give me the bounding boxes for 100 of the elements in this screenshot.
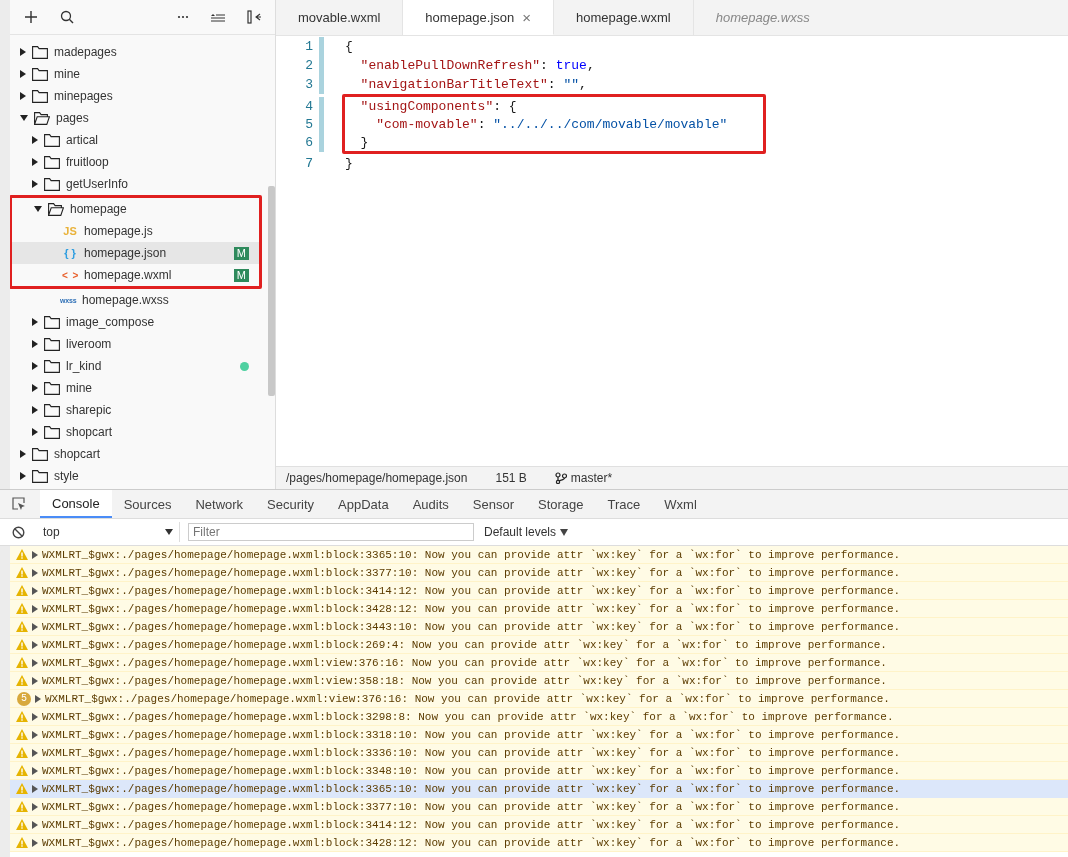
warning-icon (16, 819, 28, 830)
folder-icon (44, 155, 60, 169)
split-panel-icon[interactable] (247, 10, 261, 24)
git-branch[interactable]: master* (570, 471, 613, 485)
console-message[interactable]: WXMLRT_$gwx:./pages/homepage/homepage.wxml:block:3336:10: Now you can provide attr `wx:key` for a `wx:for` to improve performance. (10, 744, 1068, 762)
line-number: 3 (304, 77, 313, 92)
console-message[interactable]: WXMLRT_$gwx:./pages/homepage/homepage.wxml:block:3348:10: Now you can provide attr `wx:key` for a `wx:for` to improve performance. (10, 762, 1068, 780)
console-message[interactable]: WXMLRT_$gwx:./pages/homepage/homepage.wxml:block:3298:8: Now you can provide attr `wx:key` for a `wx:for` to improve performance. (10, 708, 1068, 726)
tree-item[interactable]: homepage (12, 198, 259, 220)
search-icon[interactable] (60, 10, 74, 24)
folder-icon (32, 45, 48, 59)
console-message[interactable]: WXMLRT_$gwx:./pages/homepage/homepage.wxml:view:358:18: Now you can provide attr `wx:key` for a `wx:for` to improve performance. (10, 672, 1068, 690)
close-icon[interactable]: × (522, 8, 532, 26)
warning-icon (16, 621, 28, 632)
console-tab[interactable]: Security (255, 490, 327, 518)
console-tab[interactable]: Trace (595, 490, 653, 518)
tree-item[interactable]: artical (10, 129, 267, 151)
tree-item[interactable]: madepages (10, 41, 267, 63)
folder-icon (44, 315, 60, 329)
console-message[interactable]: WXMLRT_$gwx:./pages/homepage/homepage.wxml:block:3377:10: Now you can provide attr `wx:key` for a `wx:for` to improve performance. (10, 564, 1068, 582)
modified-badge: M (233, 268, 249, 282)
console-tab[interactable]: Wxml (652, 490, 709, 518)
warning-icon (16, 747, 28, 758)
folder-icon (32, 469, 48, 483)
warning-icon (16, 585, 28, 596)
console-message[interactable]: 5 WXMLRT_$gwx:./pages/homepage/homepage.wxml:view:376:16: Now you can provide attr `wx:key` for a `wx:for` to improve performance. (10, 690, 1068, 708)
console-message[interactable]: WXMLRT_$gwx:./pages/homepage/homepage.wxml:block:3443:10: Now you can provide attr `wx:key` for a `wx:for` to improve performance. (10, 618, 1068, 636)
console-message[interactable]: WXMLRT_$gwx:./pages/homepage/homepage.wxml:block:3428:12: Now you can provide attr `wx:key` for a `wx:for` to improve performance. (10, 600, 1068, 618)
console-message[interactable]: WXMLRT_$gwx:./pages/homepage/homepage.wxml:block:3318:10: Now you can provide attr `wx:key` for a `wx:for` to improve performance. (10, 726, 1068, 744)
clear-console-icon[interactable] (12, 525, 25, 539)
file-type-icon: JS (62, 225, 78, 237)
open-folder-icon (48, 202, 64, 216)
tree-item[interactable]: mine (10, 377, 267, 399)
folder-icon (44, 337, 60, 351)
tree-item[interactable]: < > homepage.wxml M (12, 264, 259, 286)
console-message[interactable]: WXMLRT_$gwx:./pages/homepage/homepage.wxml:block:3377:10: Now you can provide attr `wx:key` for a `wx:for` to improve performance. (10, 798, 1068, 816)
tree-item[interactable]: pages (10, 107, 267, 129)
tree-item[interactable]: { } homepage.json M (12, 242, 259, 264)
modified-badge: M (233, 246, 249, 260)
tree-item[interactable]: shopcart (10, 421, 267, 443)
tree-item[interactable]: minepages (10, 85, 267, 107)
file-path: /pages/homepage/homepage.json (286, 471, 468, 485)
console-message[interactable]: WXMLRT_$gwx:./pages/homepage/homepage.wxml:view:376:16: Now you can provide attr `wx:key` for a `wx:for` to improve performance. (10, 654, 1068, 672)
console-tab[interactable]: Sensor (460, 490, 526, 518)
tree-item[interactable]: fruitloop (10, 151, 267, 173)
more-icon[interactable] (177, 15, 189, 19)
tree-item[interactable]: getUserInfo (10, 173, 267, 195)
console-message[interactable]: WXMLRT_$gwx:./pages/homepage/homepage.wxml:block:3365:10: Now you can provide attr `wx:key` for a `wx:for` to improve performance. (10, 780, 1068, 798)
file-type-icon: { } (62, 247, 78, 259)
tree-item[interactable]: style (10, 465, 267, 487)
editor-tab[interactable]: homepage.json × (403, 0, 555, 35)
console-message[interactable]: WXMLRT_$gwx:./pages/homepage/homepage.wxml:block:269:4: Now you can provide attr `wx:key` for a `wx:for` to improve performance. (10, 636, 1068, 654)
collapse-icon[interactable] (211, 12, 225, 22)
warning-icon (16, 567, 28, 578)
warning-icon (16, 549, 28, 560)
tree-item[interactable]: mine (10, 63, 267, 85)
folder-icon (32, 447, 48, 461)
console-tab[interactable]: Sources (111, 490, 184, 518)
folder-icon (44, 133, 60, 147)
editor-tab[interactable]: homepage.wxml (554, 0, 694, 35)
console-tab[interactable]: Console (40, 490, 112, 518)
code-line: "enablePullDownRefresh": true, (359, 58, 595, 73)
file-size: 151 B (495, 471, 527, 485)
console-tab[interactable]: Storage (526, 490, 596, 518)
add-icon[interactable] (24, 10, 38, 24)
tree-item[interactable]: shopcart (10, 443, 267, 465)
line-number: 4 (304, 98, 313, 114)
code-line: } (359, 134, 369, 150)
warning-icon (16, 675, 28, 686)
console-tab[interactable]: AppData (326, 490, 401, 518)
open-folder-icon (34, 111, 50, 125)
file-type-icon: < > (62, 269, 78, 281)
branch-icon (554, 472, 567, 484)
folder-icon (44, 359, 60, 373)
tree-item[interactable]: JS homepage.js (12, 220, 259, 242)
filter-field[interactable]: Filter (188, 523, 474, 541)
warning-icon (16, 783, 28, 794)
console-message[interactable]: WXMLRT_$gwx:./pages/homepage/homepage.wxml:block:3414:12: Now you can provide attr `wx:key` for a `wx:for` to improve performance. (10, 816, 1068, 834)
code-line: "usingComponents": { (359, 98, 517, 114)
folder-icon (44, 381, 60, 395)
tree-item[interactable]: lr_kind (10, 355, 267, 377)
line-number: 6 (304, 134, 313, 150)
line-number: 1 (304, 39, 313, 54)
line-number: 7 (304, 156, 313, 171)
context-select[interactable]: top (33, 522, 180, 542)
levels-dropdown[interactable]: Default levels (482, 525, 571, 539)
console-message[interactable]: WXMLRT_$gwx:./pages/homepage/homepage.wxml:block:3428:12: Now you can provide attr `wx:key` for a `wx:for` to improve performance. (10, 834, 1068, 852)
tree-item[interactable]: image_compose (10, 311, 267, 333)
console-message[interactable]: WXMLRT_$gwx:./pages/homepage/homepage.wxml:block:3414:12: Now you can provide attr `wx:key` for a `wx:for` to improve performance. (10, 582, 1068, 600)
repeat-count: 5 (17, 691, 31, 706)
console-tab[interactable]: Network (183, 490, 256, 518)
line-number: 5 (304, 116, 313, 132)
warning-icon (16, 711, 28, 722)
inspect-icon[interactable] (12, 497, 26, 511)
console-tab[interactable]: Audits (400, 490, 461, 518)
tree-item[interactable]: sharepic (10, 399, 267, 421)
scrollbar[interactable] (268, 186, 275, 396)
tree-item[interactable]: liveroom (10, 333, 267, 355)
folder-icon (44, 403, 60, 417)
console-message[interactable]: WXMLRT_$gwx:./pages/homepage/homepage.wxml:block:3365:10: Now you can provide attr `wx:key` for a `wx:for` to improve performance. (10, 546, 1068, 564)
